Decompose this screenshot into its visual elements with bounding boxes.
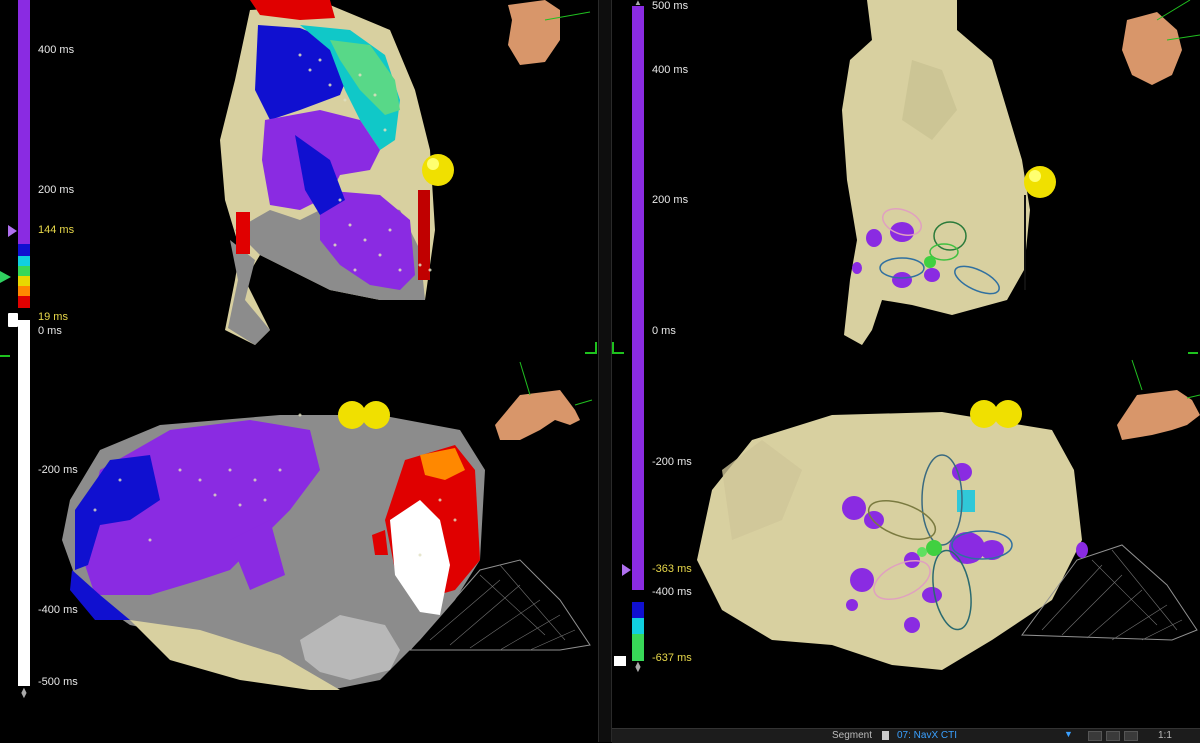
segment-select[interactable]: 07: NavX CTI [897, 730, 957, 741]
orientation-heart-icon[interactable] [1117, 359, 1200, 440]
atrial-anatomy-map-lower[interactable] [612, 0, 1200, 742]
left-viewport[interactable]: ▲ ▼ 400 ms 200 ms 144 ms 19 ms 0 ms -200 … [0, 0, 598, 742]
play-icon[interactable] [1088, 731, 1102, 741]
step-forward-icon[interactable] [1124, 731, 1138, 741]
right-viewport[interactable]: ▲ ▲ ▼ 500 ms 400 ms 200 ms 0 ms -200 ms -… [612, 0, 1200, 742]
segment-file-icon [882, 731, 889, 740]
viewport-divider[interactable] [598, 0, 612, 742]
orientation-heart-icon[interactable] [495, 361, 593, 440]
segment-toolbar: Segment 07: NavX CTI ▼ 1:1 [612, 728, 1200, 743]
atrial-activation-map-lower[interactable] [0, 0, 598, 742]
chevron-down-icon[interactable]: ▼ [1064, 729, 1073, 739]
zoom-readout: 1:1 [1158, 730, 1172, 741]
segment-label: Segment [832, 730, 873, 741]
step-back-icon[interactable] [1106, 731, 1120, 741]
